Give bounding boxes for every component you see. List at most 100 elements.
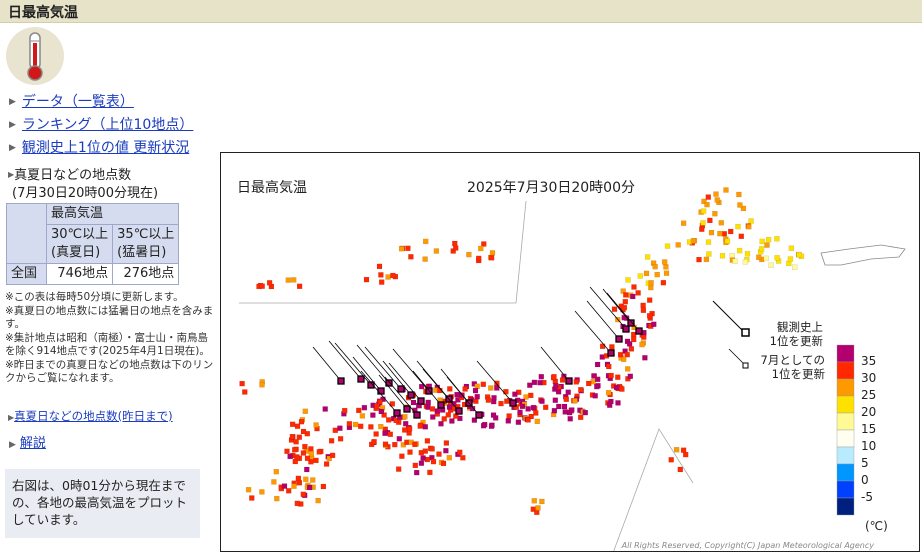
- station-marker: [438, 421, 444, 427]
- station-marker: [621, 356, 627, 362]
- station-marker: [356, 407, 362, 414]
- station-marker: [748, 218, 754, 224]
- station-marker: [291, 483, 297, 489]
- record-line: [574, 310, 612, 354]
- station-marker: [569, 407, 575, 413]
- station-marker: [466, 251, 472, 258]
- row-label: 全国: [6, 263, 47, 285]
- station-marker: [705, 239, 712, 245]
- kaisetsu-link-row[interactable]: ▶ 解説: [9, 432, 46, 451]
- station-marker: [485, 397, 492, 403]
- station-marker: [363, 276, 370, 283]
- arrow-right-icon: ▶: [9, 143, 16, 153]
- station-marker: [489, 250, 496, 256]
- station-marker: [410, 399, 417, 406]
- station-marker: [706, 251, 712, 257]
- record-marker: [357, 375, 365, 383]
- station-marker: [304, 466, 310, 473]
- station-marker: [292, 458, 298, 465]
- station-marker: [608, 372, 614, 379]
- station-marker: [407, 449, 413, 455]
- station-marker: [308, 451, 314, 457]
- station-marker: [505, 418, 511, 424]
- station-marker: [528, 392, 534, 399]
- station-marker: [619, 386, 625, 392]
- station-marker: [680, 220, 687, 226]
- station-marker: [527, 382, 533, 388]
- station-marker: [460, 455, 466, 461]
- station-marker: [308, 446, 314, 452]
- station-marker: [446, 404, 453, 410]
- thermometer-icon: [6, 27, 64, 85]
- station-marker: [329, 452, 336, 459]
- record-line: [382, 360, 412, 396]
- station-marker: [703, 256, 710, 263]
- station-marker: [473, 398, 479, 404]
- station-marker: [628, 346, 635, 352]
- station-marker: [478, 245, 484, 252]
- station-marker: [427, 469, 433, 476]
- count-table: 最高気温 30℃以上 (真夏日) 35℃以上 (猛暑日) 全国 746地点 276地…: [6, 203, 180, 285]
- station-marker: [640, 302, 646, 309]
- record-marker: [377, 387, 385, 395]
- station-marker: [359, 413, 366, 419]
- station-marker: [625, 277, 631, 283]
- scale-label: 15: [861, 422, 877, 436]
- table-corner: [6, 203, 47, 264]
- station-marker: [386, 417, 392, 423]
- col2-header: 35℃以上 (猛暑日): [112, 224, 180, 264]
- station-marker: [729, 252, 735, 259]
- station-marker: [625, 366, 631, 372]
- station-marker: [378, 408, 384, 415]
- station-marker: [553, 383, 559, 389]
- station-marker: [594, 361, 601, 368]
- scale-swatch: [836, 395, 855, 414]
- station-marker: [417, 423, 423, 429]
- scale-swatch: [836, 429, 855, 448]
- station-marker: [382, 430, 388, 436]
- station-marker: [506, 413, 512, 419]
- ranking-link[interactable]: ランキング（上位10地点）: [22, 117, 193, 133]
- ranking-link-row[interactable]: ▶ ランキング（上位10地点）: [9, 114, 193, 134]
- record-update-link-row[interactable]: ▶ 観測史上1位の値 更新状況: [9, 137, 189, 157]
- station-marker: [392, 441, 398, 448]
- station-marker: [719, 253, 726, 259]
- station-marker: [538, 374, 544, 380]
- station-marker: [732, 258, 738, 264]
- page-title: 日最高気温: [8, 5, 78, 21]
- station-marker: [328, 438, 335, 444]
- station-marker: [323, 461, 330, 467]
- yesterday-link-row[interactable]: ▶真夏日などの地点数(昨日まで): [8, 408, 173, 424]
- kaisetsu-link[interactable]: 解説: [20, 436, 46, 451]
- station-marker: [534, 418, 540, 425]
- record-marker: [403, 405, 411, 413]
- station-marker: [387, 431, 393, 437]
- station-marker: [352, 421, 359, 428]
- land-outline: [820, 244, 906, 266]
- copyright: All Rights Reserved, Copyright(C) Japan …: [621, 541, 874, 550]
- data-table-link-row[interactable]: ▶ データ（一覧表）: [9, 91, 134, 111]
- inset-divider: [239, 200, 527, 304]
- station-marker: [446, 455, 452, 461]
- record-marker: [417, 397, 425, 405]
- count-35: 276地点: [112, 263, 180, 285]
- station-marker: [746, 224, 752, 230]
- station-marker: [433, 248, 440, 254]
- data-table-link[interactable]: データ（一覧表）: [22, 94, 134, 110]
- map-title: 日最高気温: [237, 180, 307, 196]
- yesterday-link[interactable]: 真夏日などの地点数(昨日まで): [14, 409, 172, 423]
- station-marker: [768, 262, 774, 268]
- scale-swatch: [836, 497, 855, 516]
- station-marker: [707, 217, 713, 224]
- station-marker: [488, 385, 494, 391]
- station-marker: [320, 483, 327, 490]
- station-marker: [700, 208, 707, 214]
- station-marker: [606, 363, 612, 370]
- record-update-link[interactable]: 観測史上1位の値 更新状況: [22, 140, 189, 156]
- station-marker: [423, 238, 429, 245]
- station-marker: [402, 414, 408, 420]
- station-marker: [408, 254, 414, 260]
- temperature-map[interactable]: 日最高気温 2025年7月30日20時00分 観測史上 1位を更新 7月としての 1…: [220, 152, 920, 552]
- station-marker: [284, 448, 290, 454]
- station-marker: [539, 498, 545, 505]
